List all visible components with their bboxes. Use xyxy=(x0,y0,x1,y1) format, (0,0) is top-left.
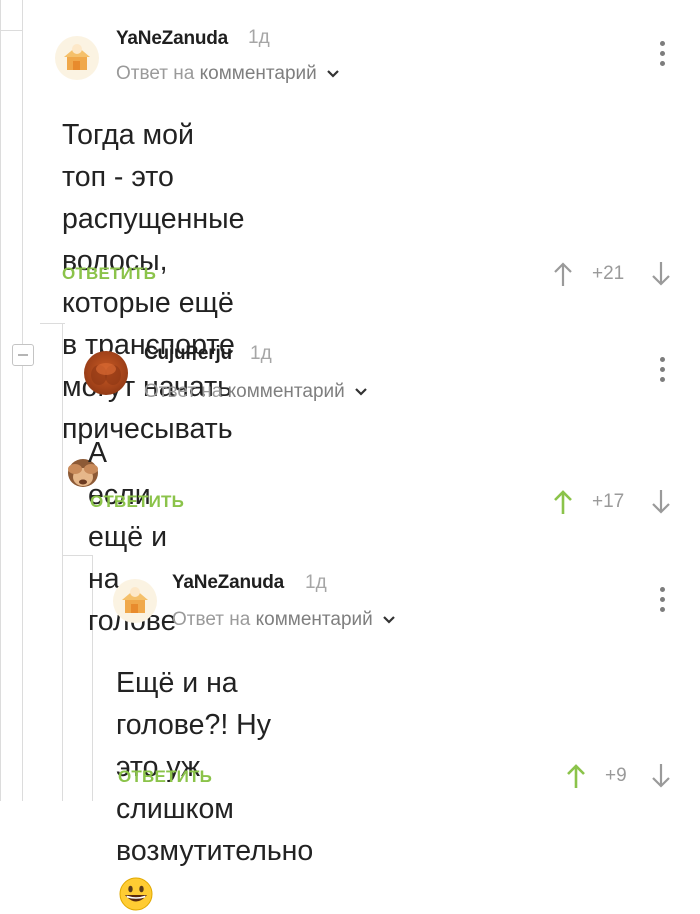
author-name[interactable]: YaNeZanuda xyxy=(172,572,284,594)
avatar[interactable] xyxy=(55,36,99,80)
upvote-arrow-icon[interactable] xyxy=(566,763,586,789)
reply-to-link[interactable]: Ответ на комментарий xyxy=(144,381,368,403)
reply-target: комментарий xyxy=(199,63,317,84)
avatar[interactable] xyxy=(84,351,128,395)
thread-line xyxy=(0,0,1,801)
reply-prefix: Ответ на xyxy=(144,381,223,402)
reply-prefix: Ответ на xyxy=(116,63,195,84)
vote-score: +21 xyxy=(592,263,625,284)
chevron-down-icon xyxy=(355,388,367,396)
avatar[interactable] xyxy=(113,579,157,623)
reply-button[interactable]: ОТВЕТИТЬ xyxy=(62,264,156,284)
grinning-face-icon xyxy=(119,877,153,911)
more-options-icon[interactable] xyxy=(659,587,667,617)
reply-button[interactable]: ОТВЕТИТЬ xyxy=(90,492,184,512)
chevron-down-icon xyxy=(383,616,395,624)
chevron-down-icon xyxy=(327,70,339,78)
reply-target: комментарий xyxy=(255,609,373,630)
comment-text: Ещё и на голове?! Ну это уж слишком возм… xyxy=(116,662,313,914)
comment-time: 1д xyxy=(305,572,327,593)
reply-to-link[interactable]: Ответ на комментарий xyxy=(172,609,396,631)
comment-time: 1д xyxy=(250,343,272,364)
comment-time: 1д xyxy=(248,27,270,48)
upvote-arrow-icon[interactable] xyxy=(553,489,573,515)
vote-score: +17 xyxy=(592,491,625,512)
reply-target: комментарий xyxy=(227,381,345,402)
upvote-arrow-icon[interactable] xyxy=(553,261,573,287)
thread-line xyxy=(22,0,23,801)
downvote-arrow-icon[interactable] xyxy=(651,763,671,789)
reply-prefix: Ответ на xyxy=(172,609,251,630)
downvote-arrow-icon[interactable] xyxy=(651,489,671,515)
author-name[interactable]: YaNeZanuda xyxy=(116,28,228,50)
more-options-icon[interactable] xyxy=(659,41,667,71)
collapse-thread-button[interactable] xyxy=(12,344,34,366)
author-name[interactable]: CujuPerju xyxy=(144,343,232,365)
more-options-icon[interactable] xyxy=(659,357,667,387)
thread-divider xyxy=(0,30,22,31)
reply-to-link[interactable]: Ответ на комментарий xyxy=(116,63,340,85)
downvote-arrow-icon[interactable] xyxy=(651,261,671,287)
reply-button[interactable]: ОТВЕТИТЬ xyxy=(118,767,212,787)
vote-score: +9 xyxy=(605,765,627,786)
